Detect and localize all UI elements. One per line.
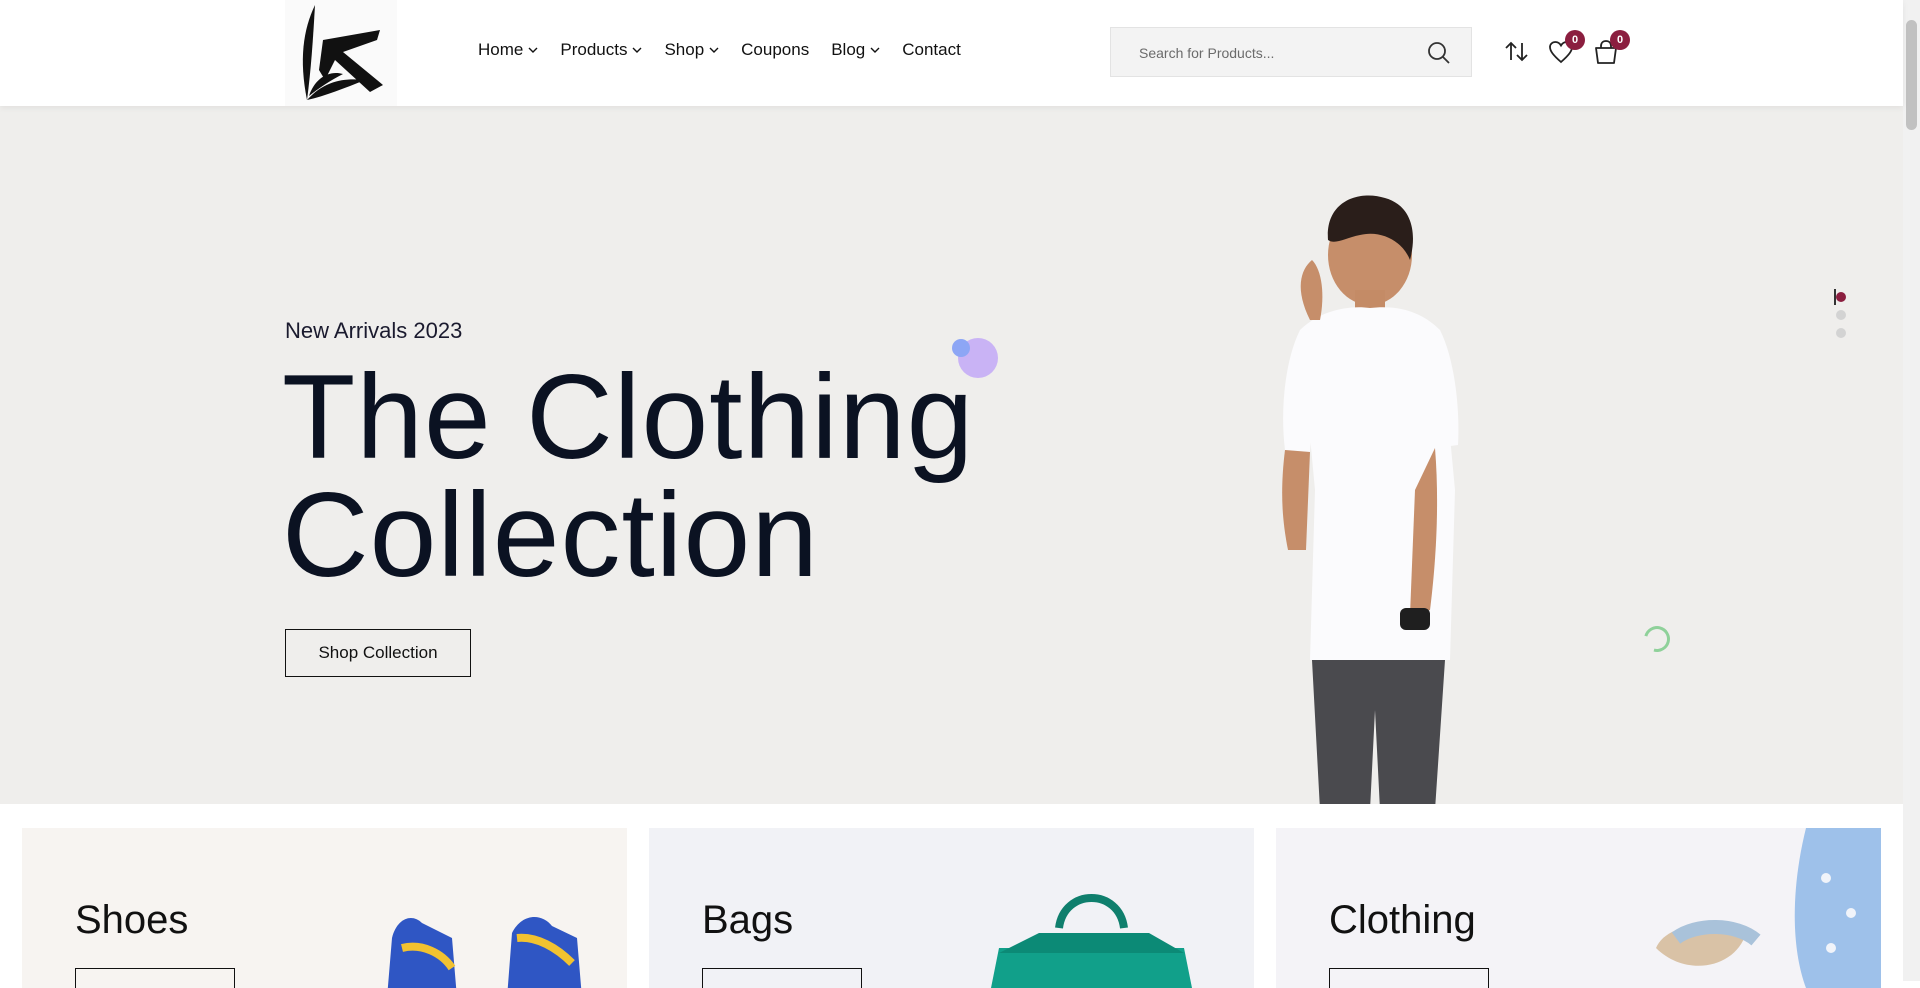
hero-model-image xyxy=(1282,195,1459,804)
cart-button[interactable]: 0 xyxy=(1592,30,1630,66)
nav-label: Products xyxy=(560,40,628,59)
chevron-down-icon xyxy=(709,47,719,53)
nav-item-shop[interactable]: Shop xyxy=(664,40,719,60)
brand-logo[interactable] xyxy=(285,0,397,106)
category-shop-button[interactable] xyxy=(75,968,235,988)
hero-title: The Clothing Collection xyxy=(282,357,974,595)
chevron-down-icon xyxy=(632,47,642,53)
hero-subtitle: New Arrivals 2023 xyxy=(285,318,463,343)
hero-title-line-2: Collection xyxy=(282,468,819,602)
shoes-image xyxy=(387,917,582,988)
nav-item-contact[interactable]: Contact xyxy=(902,40,961,60)
active-indicator xyxy=(1834,289,1836,305)
nav-label: Blog xyxy=(831,40,866,59)
cart-count-badge: 0 xyxy=(1610,30,1630,50)
nav-item-coupons[interactable]: Coupons xyxy=(741,40,809,60)
hero-slider: New Arrivals 2023 The Clothing Collectio… xyxy=(0,106,1903,804)
decorative-ring xyxy=(1639,621,1675,657)
nav-label: Home xyxy=(478,40,524,59)
category-card-bags[interactable]: Bags xyxy=(649,828,1254,988)
category-shop-button[interactable] xyxy=(1329,968,1489,988)
slide-dot-3[interactable] xyxy=(1836,328,1846,338)
search-input[interactable] xyxy=(1137,28,1421,78)
wishlist-button[interactable]: 0 xyxy=(1547,30,1585,66)
nav-label: Coupons xyxy=(741,40,810,59)
chevron-down-icon xyxy=(528,47,538,53)
category-title: Clothing xyxy=(1329,898,1476,942)
compare-icon[interactable] xyxy=(1503,38,1531,66)
category-title: Shoes xyxy=(75,898,189,942)
nav-item-products[interactable]: Products xyxy=(560,40,642,60)
bag-image xyxy=(991,894,1192,988)
clothing-image xyxy=(1656,828,1881,988)
page-scrollbar[interactable] xyxy=(1903,0,1920,981)
decorative-bubble-small xyxy=(952,339,970,357)
nav-label: Contact xyxy=(902,40,961,59)
nav-item-home[interactable]: Home xyxy=(478,40,538,60)
category-card-clothing[interactable]: Clothing xyxy=(1276,828,1881,988)
chevron-down-icon xyxy=(870,47,880,53)
shop-collection-button[interactable]: Shop Collection xyxy=(285,629,471,677)
category-card-shoes[interactable]: Shoes xyxy=(22,828,627,988)
wishlist-count-badge: 0 xyxy=(1565,30,1585,50)
site-header: Home Products Shop Coupons Blog Contact xyxy=(0,0,1903,106)
nav-label: Shop xyxy=(664,40,705,59)
search-box xyxy=(1110,27,1472,78)
hero-title-line-1: The Clothing xyxy=(282,350,975,484)
main-nav: Home Products Shop Coupons Blog Contact xyxy=(478,40,983,60)
slider-pagination xyxy=(1834,289,1846,346)
category-shop-button[interactable] xyxy=(702,968,862,988)
slide-dot-1[interactable] xyxy=(1836,292,1846,302)
slide-dot-2[interactable] xyxy=(1836,310,1846,320)
scrollbar-thumb[interactable] xyxy=(1906,20,1917,130)
category-title: Bags xyxy=(702,898,794,942)
nav-item-blog[interactable]: Blog xyxy=(831,40,880,60)
search-icon[interactable] xyxy=(1427,41,1451,65)
